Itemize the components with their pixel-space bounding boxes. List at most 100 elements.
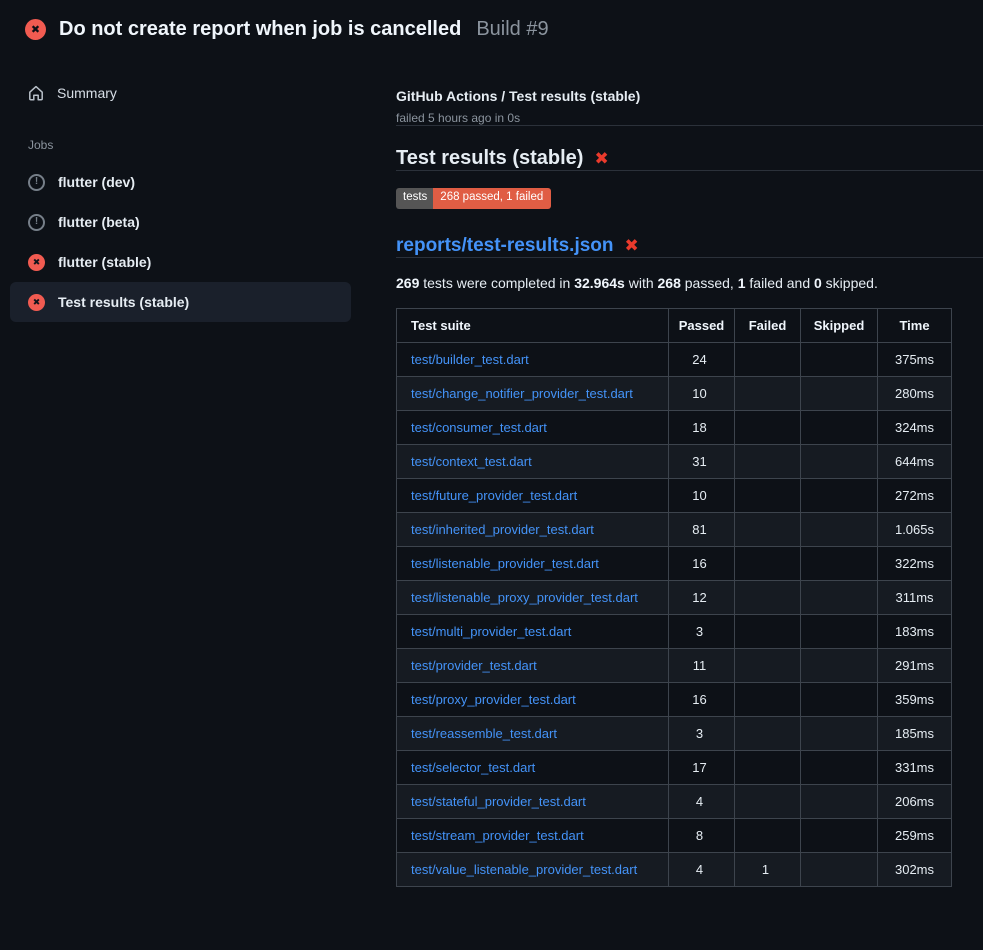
suite-link[interactable]: test/consumer_test.dart: [411, 420, 547, 435]
passed-cell: 18: [669, 410, 735, 444]
build-number: Build #9: [476, 18, 548, 41]
breadcrumb: GitHub Actions / Test results (stable): [396, 88, 983, 104]
suite-link[interactable]: test/listenable_provider_test.dart: [411, 556, 599, 571]
x-glyph: ✖: [31, 23, 40, 36]
suite-link[interactable]: test/listenable_proxy_provider_test.dart: [411, 590, 638, 605]
sidebar: Summary Jobs ! flutter (dev) ! flutter (…: [0, 56, 380, 322]
passed-cell: 10: [669, 376, 735, 410]
divider: [396, 170, 983, 171]
skipped-cell: [801, 512, 878, 546]
time-cell: 322ms: [878, 546, 952, 580]
suite-cell: test/future_provider_test.dart: [397, 478, 669, 512]
time-cell: 272ms: [878, 478, 952, 512]
suite-link[interactable]: test/builder_test.dart: [411, 352, 529, 367]
failed-cell: [735, 818, 801, 852]
failed-cell: [735, 648, 801, 682]
skipped-cell: [801, 682, 878, 716]
job-list: ! flutter (dev) ! flutter (beta) ✖ flutt…: [0, 162, 380, 322]
passed-cell: 24: [669, 342, 735, 376]
suite-link[interactable]: test/proxy_provider_test.dart: [411, 692, 576, 707]
table-row: test/context_test.dart 31 644ms: [397, 444, 952, 478]
skipped-cell: [801, 784, 878, 818]
skipped-count: 0: [814, 275, 822, 291]
sidebar-item-test-results-stable[interactable]: ✖ Test results (stable): [10, 282, 351, 322]
section-title: Test results (stable) ✖: [396, 147, 983, 170]
time-cell: 206ms: [878, 784, 952, 818]
time-cell: 375ms: [878, 342, 952, 376]
skipped-cell: [801, 342, 878, 376]
suite-link[interactable]: test/future_provider_test.dart: [411, 488, 577, 503]
skipped-cell: [801, 376, 878, 410]
suite-link[interactable]: test/inherited_provider_test.dart: [411, 522, 594, 537]
suite-link[interactable]: test/change_notifier_provider_test.dart: [411, 386, 633, 401]
header-passed: Passed: [669, 308, 735, 342]
suite-cell: test/proxy_provider_test.dart: [397, 682, 669, 716]
time-cell: 311ms: [878, 580, 952, 614]
time-cell: 259ms: [878, 818, 952, 852]
failed-cell: [735, 546, 801, 580]
skipped-cell: [801, 750, 878, 784]
failed-cell: [735, 750, 801, 784]
badge-value: 268 passed, 1 failed: [433, 188, 551, 209]
suite-link[interactable]: test/multi_provider_test.dart: [411, 624, 571, 639]
passed-cell: 16: [669, 682, 735, 716]
table-row: test/multi_provider_test.dart 3 183ms: [397, 614, 952, 648]
time-cell: 324ms: [878, 410, 952, 444]
suite-link[interactable]: test/selector_test.dart: [411, 760, 535, 775]
suite-link[interactable]: test/context_test.dart: [411, 454, 532, 469]
failed-cell: [735, 580, 801, 614]
time-cell: 185ms: [878, 716, 952, 750]
time-cell: 302ms: [878, 852, 952, 886]
suite-cell: test/inherited_provider_test.dart: [397, 512, 669, 546]
table-row: test/listenable_provider_test.dart 16 32…: [397, 546, 952, 580]
failed-x-icon: ✖: [594, 150, 608, 167]
table-header-row: Test suite Passed Failed Skipped Time: [397, 308, 952, 342]
header-test-suite: Test suite: [397, 308, 669, 342]
time-cell: 183ms: [878, 614, 952, 648]
table-row: test/selector_test.dart 17 331ms: [397, 750, 952, 784]
skipped-cell: [801, 580, 878, 614]
suite-link[interactable]: test/stream_provider_test.dart: [411, 828, 584, 843]
table-row: test/provider_test.dart 11 291ms: [397, 648, 952, 682]
suite-cell: test/builder_test.dart: [397, 342, 669, 376]
passed-cell: 11: [669, 648, 735, 682]
suite-cell: test/value_listenable_provider_test.dart: [397, 852, 669, 886]
sidebar-item-flutter-beta[interactable]: ! flutter (beta): [10, 202, 351, 242]
job-label: flutter (beta): [58, 214, 140, 230]
passed-cell: 16: [669, 546, 735, 580]
suite-link[interactable]: test/value_listenable_provider_test.dart: [411, 862, 637, 877]
time-cell: 291ms: [878, 648, 952, 682]
time-cell: 359ms: [878, 682, 952, 716]
suite-link[interactable]: test/provider_test.dart: [411, 658, 537, 673]
suite-cell: test/change_notifier_provider_test.dart: [397, 376, 669, 410]
suite-link[interactable]: test/stateful_provider_test.dart: [411, 794, 586, 809]
passed-cell: 4: [669, 784, 735, 818]
sidebar-item-flutter-dev[interactable]: ! flutter (dev): [10, 162, 351, 202]
skipped-cell: [801, 648, 878, 682]
failed-x-icon: ✖: [625, 237, 639, 254]
failed-cell: [735, 376, 801, 410]
passed-cell: 3: [669, 716, 735, 750]
skipped-cell: [801, 478, 878, 512]
failed-cell: [735, 342, 801, 376]
cancelled-circle-icon: !: [28, 174, 45, 191]
build-failed-icon: ✖: [25, 19, 46, 40]
header-time: Time: [878, 308, 952, 342]
table-row: test/stateful_provider_test.dart 4 206ms: [397, 784, 952, 818]
suite-link[interactable]: test/reassemble_test.dart: [411, 726, 557, 741]
failed-count: 1: [738, 275, 746, 291]
suite-cell: test/listenable_provider_test.dart: [397, 546, 669, 580]
skipped-cell: [801, 852, 878, 886]
test-results-table: Test suite Passed Failed Skipped Time te…: [396, 308, 952, 887]
report-file-link[interactable]: reports/test-results.json: [396, 235, 614, 257]
home-icon: [28, 85, 44, 101]
passed-cell: 3: [669, 614, 735, 648]
suite-cell: test/multi_provider_test.dart: [397, 614, 669, 648]
sidebar-item-summary[interactable]: Summary: [10, 76, 351, 110]
passed-cell: 10: [669, 478, 735, 512]
sidebar-item-flutter-stable[interactable]: ✖ flutter (stable): [10, 242, 351, 282]
duration-value: 32.964s: [574, 275, 625, 291]
suite-cell: test/provider_test.dart: [397, 648, 669, 682]
sidebar-summary-label: Summary: [57, 85, 117, 101]
table-row: test/listenable_proxy_provider_test.dart…: [397, 580, 952, 614]
